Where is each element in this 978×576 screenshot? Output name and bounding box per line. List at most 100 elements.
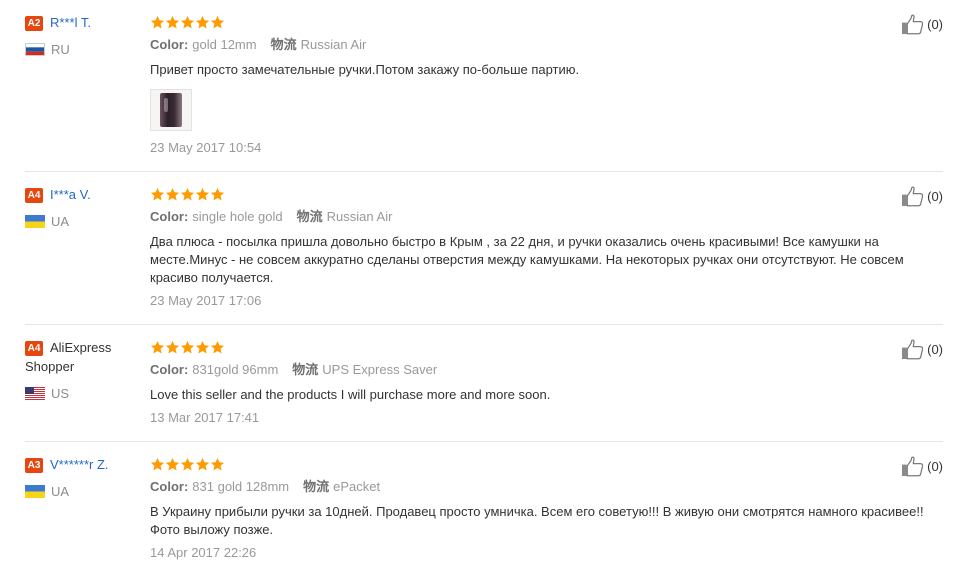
star-icon: [210, 340, 225, 353]
thumbs-up-icon: [902, 339, 924, 360]
color-value: gold 12mm: [192, 37, 257, 52]
country-code: US: [51, 385, 70, 401]
buyer-line: A2 R***l T.: [25, 13, 125, 32]
review-content: Color: single hole gold 物流 Russian Air Два …: [150, 185, 935, 310]
review-item: A4AliExpress Shopper US Color:831gold: [25, 325, 943, 442]
review-text: Привет просто замечательные ручки.Потом …: [150, 62, 580, 77]
review-text: В Украину прибыли ручки за 10дней. Прода…: [150, 504, 924, 537]
order-info: Color: 831 gold 128mm 物流 ePacket: [150, 478, 935, 496]
star-icon: [180, 15, 195, 28]
star-icon: [150, 15, 165, 28]
buyer-level-badge: A2: [25, 16, 43, 31]
star-icon: [150, 340, 165, 353]
color-value: 831gold 96mm: [192, 362, 279, 377]
buyer-line: A4 I***a V.: [25, 185, 125, 204]
helpful-count: (0): [927, 342, 943, 357]
flag-ru-icon: [25, 42, 45, 56]
logistics-label: 物流: [296, 209, 323, 224]
order-info: Color: gold 12mm 物流 Russian Air: [150, 36, 935, 54]
country-code: UA: [51, 483, 70, 499]
star-icon: [210, 457, 225, 470]
review-item: A2 R***l T. RU Color: gold 12mm 物流 Russian A…: [25, 0, 943, 172]
review-item: A4 I***a V. UA Color: single hole gold 物流 Ru…: [25, 172, 943, 325]
color-value: 831 gold 128mm: [192, 479, 290, 494]
color-label: Color:: [150, 479, 189, 494]
review-content: Color: gold 12mm 物流 Russian Air Привет прос…: [150, 13, 935, 157]
helpful-count: (0): [927, 17, 943, 32]
country-code: UA: [51, 213, 70, 229]
thumbs-up-icon: [902, 14, 924, 35]
review-item: A3 V******r Z. UA Color: 831 gold 128mm 物流 e…: [25, 442, 943, 571]
photo-highlight: [164, 98, 168, 112]
logistics-value: ePacket: [333, 479, 381, 494]
review-date: 13 Mar 2017 17:41: [150, 410, 260, 425]
review-date: 23 May 2017 17:06: [150, 293, 262, 308]
star-icon: [165, 340, 180, 353]
review-date: 14 Apr 2017 22:26: [150, 545, 257, 560]
buyer-info: A3 V******r Z. UA: [25, 455, 125, 500]
color-value: single hole gold: [192, 209, 283, 224]
flag-us-icon: [25, 386, 45, 400]
star-icon: [165, 187, 180, 200]
buyer-name-link[interactable]: V******r Z.: [50, 457, 109, 472]
buyer-level-badge: A4: [25, 188, 43, 203]
helpful-count: (0): [927, 459, 943, 474]
star-icon: [195, 15, 210, 28]
order-info: Color: 831gold 96mm 物流 UPS Express Saver: [150, 361, 935, 379]
buyer-country: RU: [25, 40, 125, 58]
review-text: Love this seller and the products I will…: [150, 387, 551, 402]
star-rating: [150, 185, 935, 203]
star-icon: [150, 457, 165, 470]
feedback-list: A2 R***l T. RU Color: gold 12mm 物流 Russian A…: [25, 0, 943, 571]
review-text: Два плюса - посылка пришла довольно быст…: [150, 234, 904, 285]
buyer-info: A4 I***a V. UA: [25, 185, 125, 230]
country-code: RU: [51, 41, 70, 57]
buyer-level-badge: A4: [25, 341, 43, 356]
thumbs-up-icon: [902, 456, 924, 477]
helpful-button[interactable]: (0): [901, 14, 943, 35]
star-rating: [150, 455, 935, 473]
star-rating: [150, 338, 935, 356]
buyer-info: A4 AliExpress Shopper US: [25, 338, 125, 402]
star-icon: [210, 15, 225, 28]
buyer-name-link[interactable]: R***l T.: [50, 15, 91, 30]
review-content: Color: 831gold 96mm 物流 UPS Express Saver Lo…: [150, 338, 935, 427]
thumbs-up-icon: [902, 186, 924, 207]
buyer-name-link[interactable]: I***a V.: [50, 187, 91, 202]
star-icon: [165, 457, 180, 470]
buyer-country: US: [25, 384, 125, 402]
helpful-button[interactable]: (0): [901, 186, 943, 207]
helpful-count: (0): [927, 189, 943, 204]
helpful-button[interactable]: (0): [901, 339, 943, 360]
logistics-label: 物流: [270, 37, 297, 52]
review-photo-thumbnail[interactable]: [150, 89, 192, 131]
logistics-label: 物流: [303, 479, 330, 494]
star-icon: [195, 457, 210, 470]
logistics-value: Russian Air: [326, 209, 393, 224]
buyer-info: A2 R***l T. RU: [25, 13, 125, 58]
logistics-label: 物流: [292, 362, 319, 377]
star-icon: [180, 187, 195, 200]
logistics-value: UPS Express Saver: [322, 362, 438, 377]
star-icon: [210, 187, 225, 200]
star-icon: [150, 187, 165, 200]
review-date: 23 May 2017 10:54: [150, 140, 262, 155]
star-icon: [180, 340, 195, 353]
buyer-line: A3 V******r Z.: [25, 455, 125, 474]
star-icon: [180, 457, 195, 470]
helpful-button[interactable]: (0): [901, 456, 943, 477]
flag-ua-icon: [25, 214, 45, 228]
buyer-country: UA: [25, 212, 125, 230]
review-content: Color: 831 gold 128mm 物流 ePacket В Украину …: [150, 455, 935, 562]
star-icon: [165, 15, 180, 28]
star-icon: [195, 187, 210, 200]
star-icon: [195, 340, 210, 353]
logistics-value: Russian Air: [300, 37, 367, 52]
star-rating: [150, 13, 935, 31]
buyer-level-badge: A3: [25, 458, 43, 473]
color-label: Color:: [150, 209, 189, 224]
flag-ua-icon: [25, 484, 45, 498]
buyer-line: A4 AliExpress Shopper: [25, 338, 125, 376]
buyer-country: UA: [25, 482, 125, 500]
color-label: Color:: [150, 362, 189, 377]
